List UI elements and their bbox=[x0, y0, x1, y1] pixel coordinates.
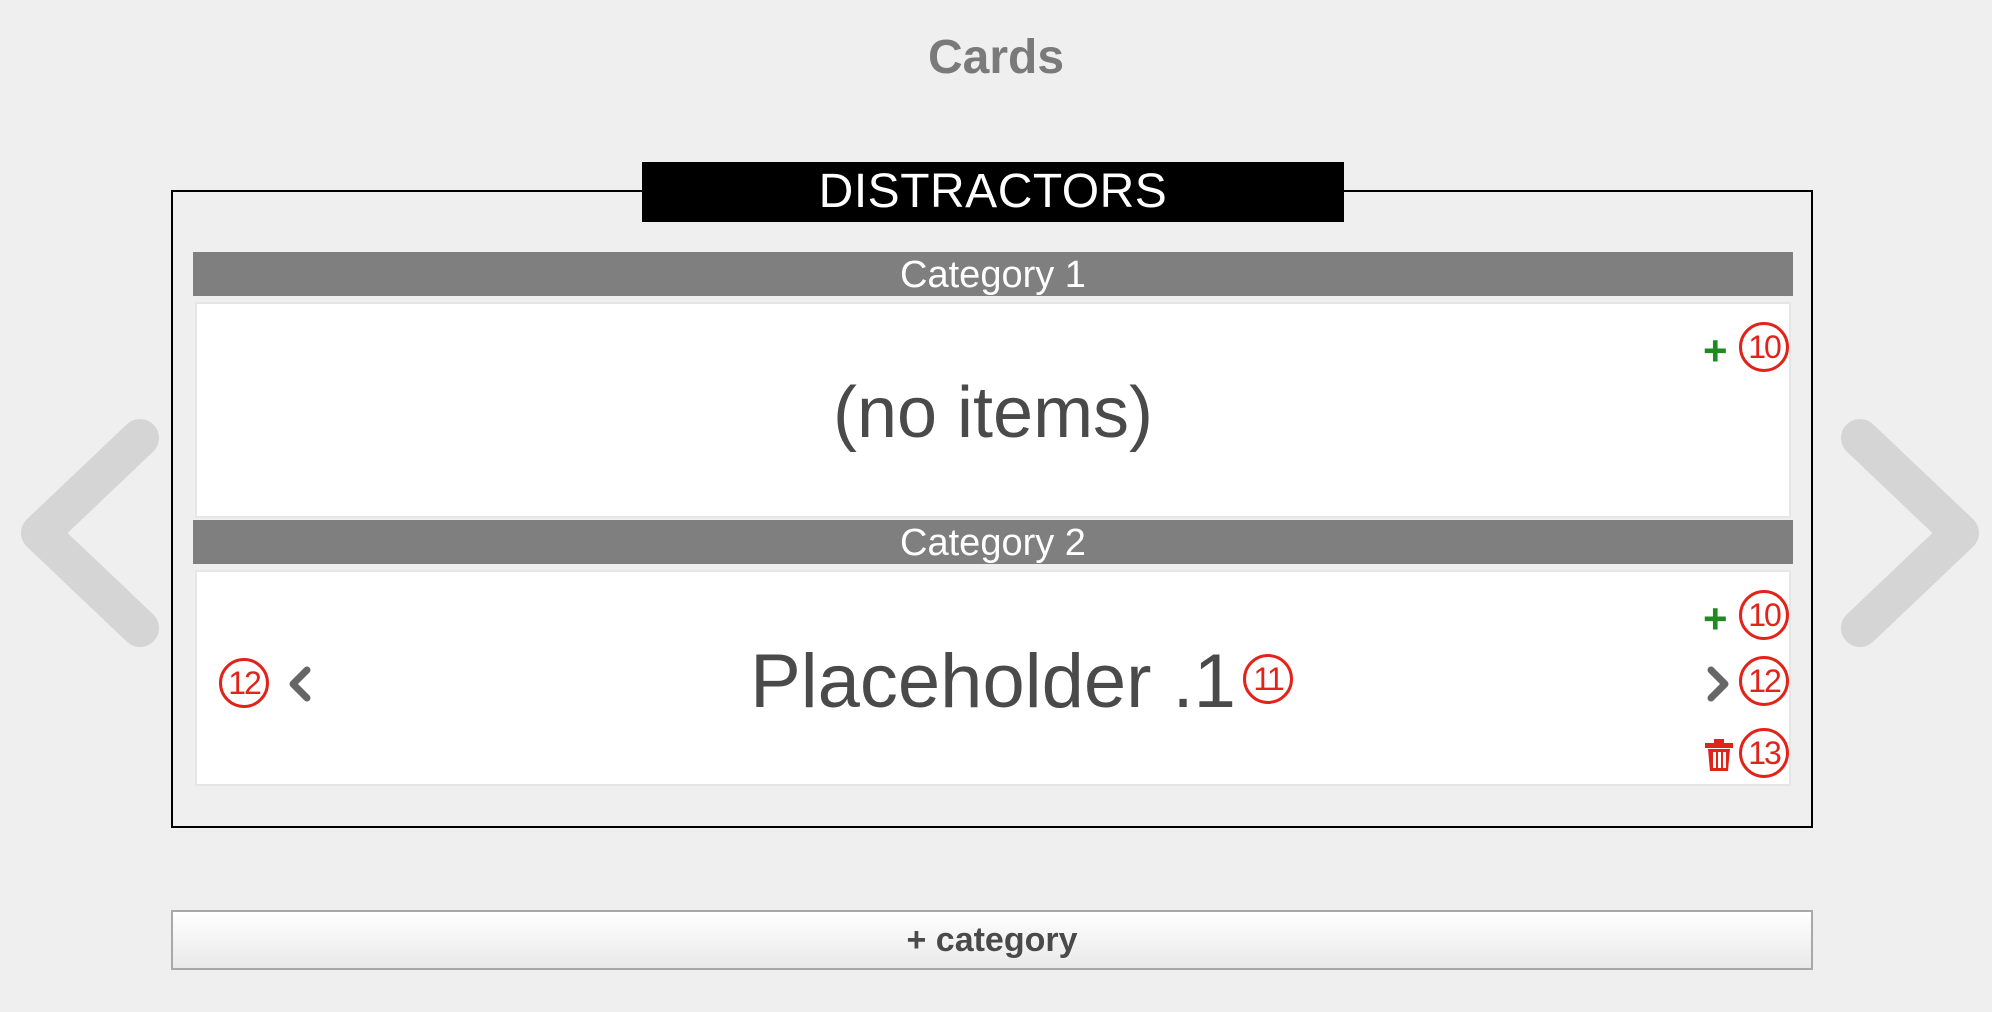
category-card: (no items) + 10 bbox=[195, 302, 1791, 518]
annotation-marker: 12 bbox=[1739, 656, 1789, 706]
chevron-right-icon bbox=[1841, 419, 1979, 647]
previous-page-button[interactable] bbox=[10, 418, 170, 648]
add-item-button[interactable]: + bbox=[1703, 330, 1728, 372]
annotation-marker: 10 bbox=[1739, 322, 1789, 372]
add-category-button[interactable]: + category bbox=[171, 910, 1813, 970]
chevron-right-icon bbox=[1707, 666, 1729, 702]
card-content-row: Placeholder .1 bbox=[197, 632, 1789, 732]
card-content[interactable]: Placeholder .1 bbox=[750, 639, 1236, 724]
category-header: Category 2 bbox=[193, 520, 1793, 564]
next-page-button[interactable] bbox=[1830, 418, 1990, 648]
page-title: Cards bbox=[927, 31, 1065, 84]
category-header: Category 1 bbox=[193, 252, 1793, 296]
trash-icon bbox=[1705, 739, 1733, 771]
add-item-button[interactable]: + bbox=[1703, 598, 1728, 640]
delete-item-button[interactable] bbox=[1703, 738, 1735, 772]
section-title: DISTRACTORS bbox=[642, 162, 1344, 222]
cards-editor: Cards DISTRACTORS Category 1 (no items) … bbox=[0, 0, 1992, 1012]
card-content: (no items) bbox=[832, 373, 1154, 453]
next-item-button[interactable] bbox=[1705, 664, 1733, 704]
annotation-marker: 10 bbox=[1739, 590, 1789, 640]
annotation-marker: 13 bbox=[1739, 728, 1789, 778]
category-card: 12 Placeholder .1 11 + 10 12 13 bbox=[195, 570, 1791, 786]
chevron-left-icon bbox=[21, 419, 159, 647]
annotation-marker: 11 bbox=[1243, 654, 1293, 704]
